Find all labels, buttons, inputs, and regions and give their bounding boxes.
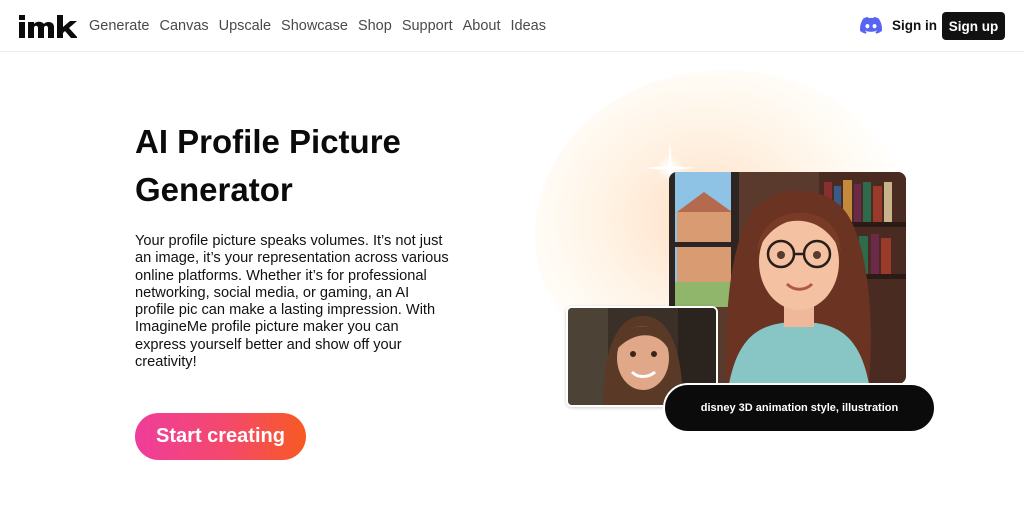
nav-shop[interactable]: Shop (358, 17, 392, 35)
main-nav: Generate Canvas Upscale Showcase Shop Su… (89, 17, 546, 35)
sign-in-link[interactable]: Sign in (892, 18, 937, 33)
start-creating-button[interactable]: Start creating (135, 413, 306, 460)
page-title: AI Profile Picture Generator (135, 123, 401, 208)
nav-upscale[interactable]: Upscale (219, 17, 271, 35)
top-navbar: Generate Canvas Upscale Showcase Shop Su… (0, 0, 1024, 52)
hero-description: Your profile picture speaks volumes. It’… (135, 233, 449, 371)
nav-about[interactable]: About (463, 17, 501, 35)
style-prompt-pill: disney 3D animation style, illustration (663, 383, 936, 433)
imagineme-logo[interactable] (19, 13, 77, 39)
discord-icon[interactable] (860, 16, 882, 36)
nav-showcase[interactable]: Showcase (281, 17, 348, 35)
nav-generate[interactable]: Generate (89, 17, 149, 35)
nav-support[interactable]: Support (402, 17, 453, 35)
sign-up-button[interactable]: Sign up (942, 12, 1005, 40)
nav-ideas[interactable]: Ideas (511, 17, 546, 35)
nav-canvas[interactable]: Canvas (159, 17, 208, 35)
